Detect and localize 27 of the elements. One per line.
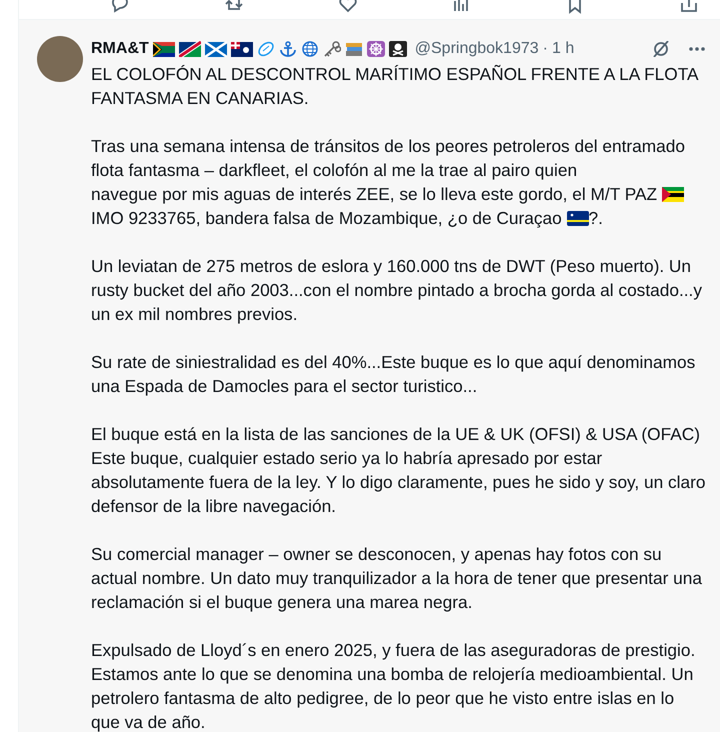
flag-icon bbox=[178, 41, 201, 57]
post-text: IMO 9233765, bandera falsa de Mozambique, ¿o de Curaçao bbox=[91, 208, 562, 228]
post-text: navegue por mis aguas de interés ZEE, se lo lleva este gordo, el M/T PAZ bbox=[91, 184, 658, 204]
globe-icon bbox=[300, 41, 319, 57]
flag-icon bbox=[152, 41, 175, 57]
skull-crossbones-icon bbox=[388, 41, 407, 57]
post-paragraph: Expulsado de Lloyd´s en enero 2025, y fuera de las aseguradoras de prestigio. Estamos ante lo que se denomina una bomba de relojería medioambiental. Un petrolero fantasma de alto pedigree, de lo peor que he visto entre islas en lo que va de año. bbox=[91, 639, 696, 732]
ship-wheel-icon bbox=[366, 41, 385, 57]
post-text: ?. bbox=[588, 208, 603, 228]
post-paragraph: Un leviatan de 275 metros de eslora y 160.000 tns de DWT (Peso muerto). Un rusty bucket del año 2003...con el nombre pintado a brocha gorda al costado...y un ex mil nombres previos. bbox=[91, 255, 703, 326]
flag-icon bbox=[230, 41, 253, 57]
books-icon bbox=[344, 41, 363, 57]
separator-dot: · bbox=[542, 39, 548, 59]
post-paragraph: Su comercial manager – owner se desconocen, y apenas hay fotos con su actual nombre. Un dato muy tranquilizador a la hora de tener que presentar una reclamación si el buque genera una marea negra. bbox=[91, 543, 703, 614]
flag-icon bbox=[566, 210, 589, 226]
author-name[interactable]: RMA&T bbox=[91, 37, 149, 61]
rugby-ball-icon bbox=[256, 41, 275, 57]
post-paragraph: EL COLOFÓN AL DESCONTROL MARÍTIMO ESPAÑOL FRENTE A LA FLOTA FANTASMA EN CANARIAS. bbox=[91, 63, 700, 110]
anchor-icon bbox=[278, 41, 297, 57]
flag-icon bbox=[662, 186, 684, 202]
post-paragraph: Su rate de siniestralidad es del 40%...Este buque es lo que aquí denominamos una Espada de Damocles para el sector turistico... bbox=[91, 351, 696, 398]
author-handle[interactable]: @Springbok1973 bbox=[414, 37, 539, 61]
keys-icon bbox=[322, 41, 341, 57]
avatar[interactable] bbox=[37, 36, 83, 82]
post-time[interactable]: 1 h bbox=[552, 37, 574, 61]
flag-icon bbox=[204, 41, 227, 57]
post-paragraph: El buque está en la lista de las sanciones de la UE & UK (OFSI) & USA (OFAC) Este buque, cualquier estado serio ya lo habría apresado por estar absolutamente fuera de la ley. Y lo digo claramente, pues he sido y soy, un claro defensor de la libre navegación. bbox=[91, 423, 706, 518]
